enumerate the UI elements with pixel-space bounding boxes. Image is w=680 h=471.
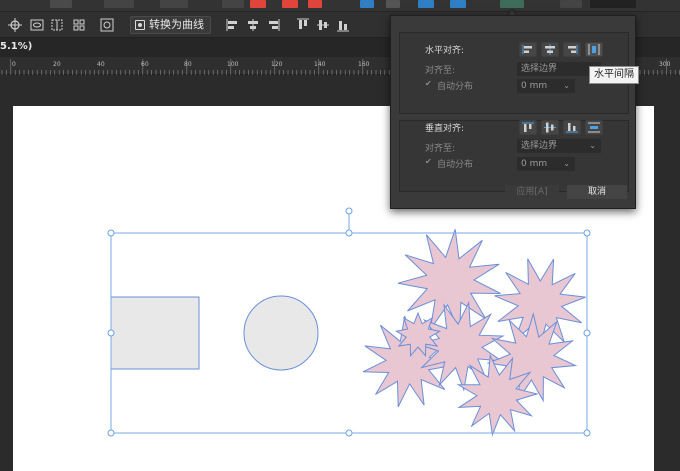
v-align-bottom-icon[interactable] <box>563 120 581 135</box>
v-auto-distribute-checkbox[interactable]: ✔ <box>425 158 433 166</box>
rectangle-shape[interactable] <box>110 296 200 370</box>
tooltip: 水平间隔 <box>589 66 639 84</box>
v-align-top-icon[interactable] <box>519 120 537 135</box>
selection-handle[interactable] <box>107 429 115 437</box>
vertical-align-label: 垂直对齐: <box>425 124 465 134</box>
v-auto-distribute-label: 自动分布 <box>437 160 474 170</box>
selection-handle[interactable] <box>345 429 353 437</box>
v-align-to-dropdown[interactable]: 选择边界 ⌄ <box>517 139 601 153</box>
selection-handle[interactable] <box>345 207 353 215</box>
h-align-center-icon[interactable] <box>541 42 559 57</box>
v-align-to-value: 选择边界 <box>521 141 558 151</box>
h-align-left-icon[interactable] <box>519 42 537 57</box>
v-spacing-dropdown[interactable]: 0 mm ⌄ <box>517 157 575 171</box>
h-auto-distribute-label: 自动分布 <box>437 82 474 92</box>
apply-button[interactable]: 应用[A] <box>505 185 559 199</box>
align-panel: 水平对齐: 对齐至: 选择边界 ✔ 自动分布 0 mm ⌄ 垂直对齐: 对齐至:… <box>390 15 636 209</box>
selection-handle[interactable] <box>345 229 353 237</box>
h-spacing-value: 0 mm <box>521 81 548 91</box>
chevron-down-icon: ⌄ <box>563 159 570 168</box>
h-auto-distribute-checkbox[interactable]: ✔ <box>425 80 433 88</box>
star-group[interactable] <box>362 229 586 437</box>
circle-shape[interactable] <box>243 295 319 371</box>
selection-handle[interactable] <box>107 329 115 337</box>
h-align-to-value: 选择边界 <box>521 64 558 74</box>
selection-handle[interactable] <box>583 329 591 337</box>
v-align-to-label: 对齐至: <box>425 144 456 154</box>
v-align-middle-icon[interactable] <box>541 120 559 135</box>
h-align-to-label: 对齐至: <box>425 66 456 76</box>
v-spacing-value: 0 mm <box>521 159 548 169</box>
chevron-down-icon: ⌄ <box>589 141 596 150</box>
horizontal-align-label: 水平对齐: <box>425 46 465 56</box>
app-window: 转换为曲线 5.1%) 0 20 40 60 80 100 120 140 160 300 <box>0 0 680 471</box>
h-spacing-dropdown[interactable]: 0 mm ⌄ <box>517 79 575 93</box>
v-space-evenly-icon[interactable] <box>585 120 603 135</box>
chevron-down-icon: ⌄ <box>563 81 570 90</box>
h-align-right-icon[interactable] <box>563 42 581 57</box>
selection-handle[interactable] <box>583 229 591 237</box>
selection-handle[interactable] <box>583 429 591 437</box>
cancel-button[interactable]: 取消 <box>567 185 627 199</box>
selection-handle[interactable] <box>107 229 115 237</box>
h-space-evenly-icon[interactable] <box>585 42 603 57</box>
